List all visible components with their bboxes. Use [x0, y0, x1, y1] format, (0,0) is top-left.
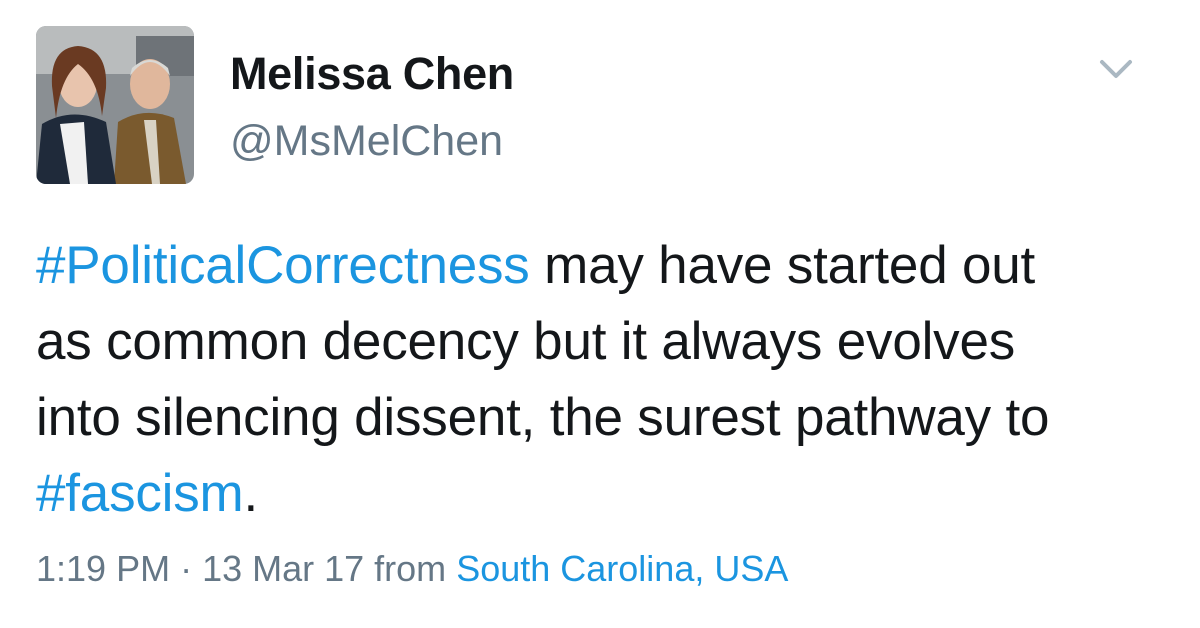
- tweet-time[interactable]: 1:19 PM: [36, 548, 170, 589]
- avatar-photo: [36, 26, 194, 184]
- tweet-date[interactable]: 13 Mar 17: [202, 548, 364, 589]
- tweet-text: #PoliticalCorrectness may have started o…: [36, 228, 1176, 532]
- tweet-line: as common decency but it always evolves: [36, 304, 1176, 380]
- location-link[interactable]: South Carolina, USA: [456, 548, 788, 589]
- tweet-meta: 1:19 PM · 13 Mar 17 from South Carolina,…: [36, 548, 788, 590]
- avatar[interactable]: [36, 26, 194, 184]
- tweet-card: Melissa Chen @MsMelChen #PoliticalCorrec…: [0, 0, 1200, 628]
- from-label: from: [364, 548, 457, 589]
- hashtag-link[interactable]: #PoliticalCorrectness: [36, 236, 530, 295]
- tweet-line: into silencing dissent, the surest pathw…: [36, 380, 1176, 456]
- tweet-line-text: may have started out: [529, 236, 1036, 295]
- tweet-line-text: as common decency but it always evolves: [36, 312, 1016, 371]
- chevron-down-icon[interactable]: [1094, 52, 1138, 88]
- tweet-line-text: .: [243, 464, 259, 523]
- hashtag-link[interactable]: #fascism: [36, 464, 244, 523]
- meta-separator: ·: [170, 548, 203, 589]
- author-handle[interactable]: @MsMelChen: [230, 117, 503, 166]
- tweet-line: #fascism.: [36, 456, 1176, 532]
- tweet-line-text: into silencing dissent, the surest pathw…: [36, 388, 1050, 447]
- tweet-line: #PoliticalCorrectness may have started o…: [36, 228, 1176, 304]
- author-name[interactable]: Melissa Chen: [230, 48, 514, 100]
